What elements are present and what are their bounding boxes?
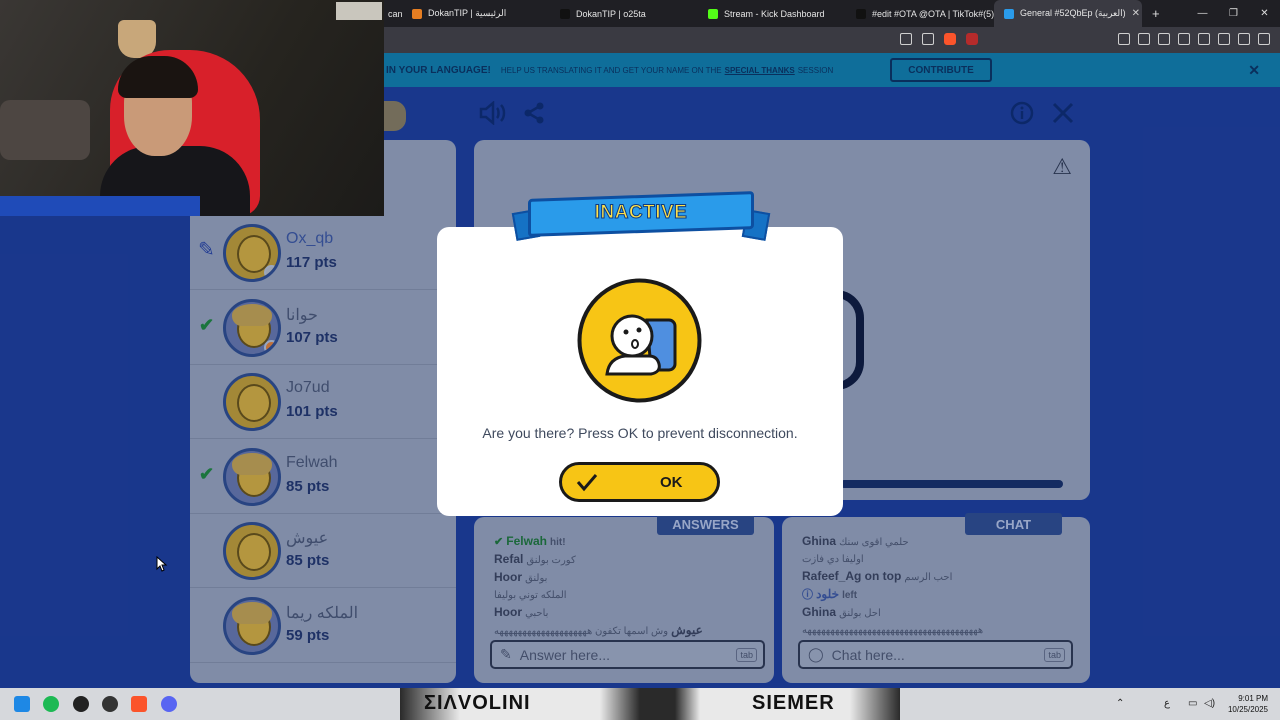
shirt-text-left: ΣΙΛVOLINI — [424, 692, 531, 714]
brave-rewards-icon[interactable] — [966, 33, 978, 45]
tab-label: DokanTIP | o25ta — [576, 8, 646, 19]
browser-tab[interactable]: Stream - Kick Dashboard — [698, 0, 846, 27]
vpn-icon[interactable] — [1238, 33, 1250, 45]
shirt-text-right: SIEMER — [752, 692, 835, 714]
mouse-cursor-icon — [156, 556, 168, 572]
sleeping-icon — [577, 278, 702, 403]
contribute-button[interactable]: CONTRIBUTE — [890, 58, 992, 82]
network-icon[interactable]: ▭ — [1188, 698, 1197, 709]
minimize-button[interactable]: — — [1187, 8, 1218, 19]
tab-label: #edit #OTA @OTA | TikTok#(5) — [872, 8, 994, 19]
clock-date: 10/25/2025 — [1227, 705, 1268, 714]
ok-button[interactable]: OK — [559, 462, 720, 502]
browser-tab[interactable]: DokanTIP | الرئيسية — [402, 0, 550, 27]
discord-icon[interactable] — [161, 696, 177, 712]
close-window-button[interactable]: ✕ — [1249, 8, 1280, 19]
tab-favicon-icon — [1004, 8, 1014, 19]
banner-headline: IN YOUR LANGUAGE! — [386, 64, 491, 76]
avatar-badge — [264, 339, 278, 354]
spotify-icon[interactable] — [43, 696, 59, 712]
window-controls: — ❐ ✕ — [1187, 0, 1280, 27]
dialog-message: Are you there? Press OK to prevent disco… — [482, 425, 798, 441]
clock-time: 9:01 PM — [1238, 694, 1268, 703]
dialog-title: INACTIVE — [594, 202, 688, 224]
media-icon[interactable] — [1158, 33, 1170, 45]
leo-ai-icon[interactable] — [1218, 33, 1230, 45]
tab-label: Stream - Kick Dashboard — [724, 8, 825, 19]
share-icon[interactable] — [922, 33, 934, 45]
new-tab-button[interactable]: + — [1152, 6, 1160, 21]
checkmark-icon — [576, 474, 598, 492]
inactive-ribbon: INACTIVE — [511, 191, 771, 241]
banner-text: HELP US TRANSLATING IT AND GET YOUR NAME… — [500, 65, 722, 75]
screenshot-icon[interactable] — [1138, 33, 1150, 45]
webcam-desk — [0, 196, 200, 216]
maximize-button[interactable]: ❐ — [1218, 8, 1249, 19]
tab-favicon-icon — [856, 8, 866, 19]
tray-chevron-icon[interactable]: ⌃ — [1116, 698, 1124, 709]
tab-label: General #52QbEp (العربية) — [1020, 8, 1126, 18]
tab-favicon-icon — [412, 8, 422, 19]
ok-label: OK — [660, 473, 683, 491]
wallet-icon[interactable] — [1198, 33, 1210, 45]
webcam-sign — [336, 2, 382, 20]
brave-browser-icon[interactable] — [131, 696, 147, 712]
brave-shields-icon[interactable] — [944, 33, 956, 45]
sidebar-icon[interactable] — [1178, 33, 1190, 45]
input-language[interactable]: ع — [1164, 698, 1170, 709]
browser-tab[interactable]: #edit #OTA @OTA | TikTok#(5) — [846, 0, 994, 27]
special-thanks-link[interactable]: SPECIAL THANKS — [725, 66, 795, 75]
windows-taskbar: ΣΙΛVOLINI SIEMER ⌃ ع ▭ ◁) 9:01 PM 10/25/… — [0, 688, 1280, 720]
close-tab-icon[interactable]: ✕ — [1132, 8, 1140, 19]
menu-icon[interactable] — [1258, 33, 1270, 45]
clock[interactable]: 9:01 PM 10/25/2025 — [1228, 693, 1268, 715]
tab-label: DokanTIP | الرئيسية — [428, 8, 507, 18]
browser-tab[interactable]: General #52QbEp (العربية) ✕ — [994, 0, 1142, 27]
steam-icon[interactable] — [73, 696, 89, 712]
tab-favicon-icon — [708, 8, 718, 19]
banner-close-icon[interactable]: ✕ — [1248, 62, 1260, 79]
avatar-badge — [264, 265, 278, 279]
banner-tail: SESSION — [797, 65, 834, 75]
obs-icon[interactable] — [102, 696, 118, 712]
tab-favicon-icon — [560, 8, 570, 19]
webcam-couch — [0, 100, 90, 160]
toolbar-right-icons — [1118, 33, 1270, 45]
volume-icon[interactable]: ◁) — [1204, 698, 1215, 709]
browser-tab[interactable]: DokanTIP | o25ta — [550, 0, 698, 27]
toolbar-left-icons — [900, 33, 978, 45]
extensions-icon[interactable] — [1118, 33, 1130, 45]
tab-label: can — [388, 8, 402, 19]
webcam-overlay — [0, 0, 384, 216]
tab-strip: can DokanTIP | الرئيسية DokanTIP | o25ta St… — [378, 0, 1142, 27]
windows-start-icon[interactable] — [14, 696, 30, 712]
cast-icon[interactable] — [900, 33, 912, 45]
